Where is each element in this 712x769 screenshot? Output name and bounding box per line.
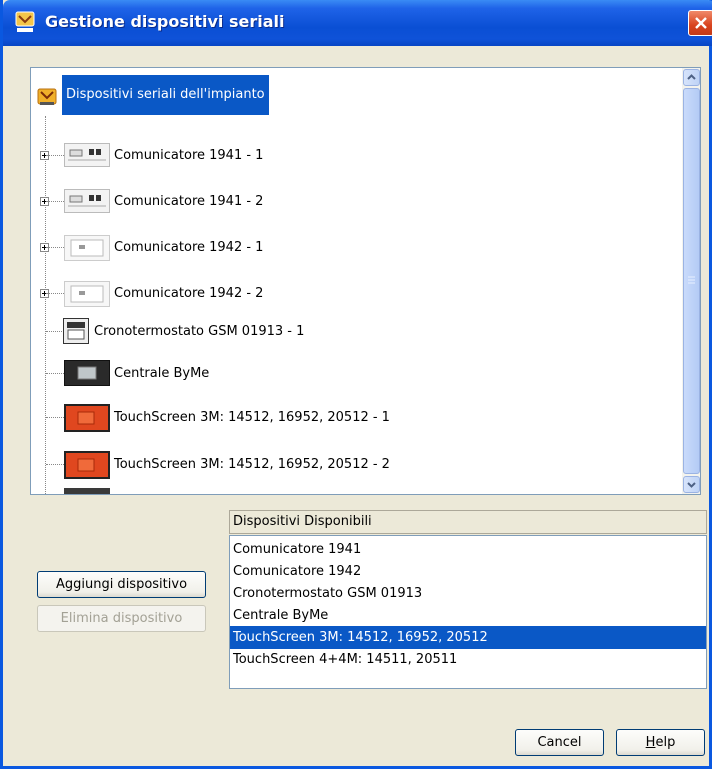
- title-bar[interactable]: Gestione dispositivi seriali: [3, 0, 712, 46]
- centrale-icon: [64, 360, 110, 386]
- tree-item[interactable]: TouchScreen 3M: 14512, 16952, 20512 - 1: [31, 400, 671, 436]
- tree-item[interactable]: Comunicatore 1942 - 2: [31, 279, 671, 309]
- list-item[interactable]: Comunicatore 1942: [230, 560, 706, 583]
- comunicatore-1942-icon: [64, 281, 110, 307]
- list-item[interactable]: Centrale ByMe: [230, 604, 706, 627]
- plant-icon: [37, 87, 57, 107]
- grip-icon: [688, 276, 695, 284]
- cronotermostato-icon: [63, 318, 89, 344]
- tree-item[interactable]: TouchScreen 3M: 14512, 16952, 20512 - 2: [31, 447, 671, 483]
- chevron-up-icon: [687, 74, 696, 80]
- tree-item-label: Comunicatore 1942 - 2: [114, 286, 264, 301]
- comunicatore-1941-icon: [64, 143, 110, 167]
- cancel-button[interactable]: Cancel: [515, 729, 604, 756]
- comunicatore-1941-icon: [64, 189, 110, 213]
- tree-scrollbar[interactable]: [682, 68, 700, 494]
- comunicatore-1942-icon: [64, 235, 110, 261]
- tree-item-label: Cronotermostato GSM 01913 - 1: [94, 324, 305, 339]
- list-item[interactable]: Cronotermostato GSM 01913: [230, 582, 706, 605]
- help-rest: elp: [655, 735, 676, 750]
- tree-item-label: Centrale ByMe: [114, 366, 210, 381]
- scroll-thumb[interactable]: [683, 88, 700, 474]
- window-title: Gestione dispositivi seriali: [45, 12, 285, 31]
- tree-item[interactable]: Comunicatore 1942 - 1: [31, 233, 671, 263]
- app-icon: [14, 11, 36, 33]
- close-button[interactable]: [688, 10, 712, 36]
- list-item[interactable]: Comunicatore 1941: [230, 538, 706, 561]
- device-tree[interactable]: Dispositivi seriali dell'impianto Comuni…: [30, 67, 701, 495]
- tree-root-label[interactable]: Dispositivi seriali dell'impianto: [62, 75, 269, 115]
- tree-item-label: Comunicatore 1941 - 2: [114, 194, 264, 209]
- add-device-button[interactable]: Aggiungi dispositivo: [37, 571, 206, 598]
- remove-device-button[interactable]: Elimina dispositivo: [37, 605, 206, 632]
- tree-item-partial: [64, 488, 110, 494]
- help-mnemonic: H: [645, 735, 656, 750]
- tree-item[interactable]: Centrale ByMe: [31, 356, 671, 392]
- close-icon: [695, 17, 707, 29]
- touchscreen-icon: [64, 451, 110, 479]
- help-button[interactable]: Help: [616, 729, 705, 756]
- tree-item[interactable]: Cronotermostato GSM 01913 - 1: [31, 314, 671, 350]
- scroll-down-button[interactable]: [683, 476, 700, 493]
- dialog-window: Gestione dispositivi seriali Dispositivi…: [0, 0, 712, 769]
- available-devices-header: Dispositivi Disponibili: [229, 510, 707, 534]
- tree-item-label: Comunicatore 1942 - 1: [114, 240, 264, 255]
- scroll-up-button[interactable]: [683, 69, 700, 86]
- list-item[interactable]: TouchScreen 4+4M: 14511, 20511: [230, 648, 706, 671]
- available-devices-list[interactable]: Comunicatore 1941 Comunicatore 1942 Cron…: [229, 535, 707, 689]
- tree-item[interactable]: Comunicatore 1941 - 1: [31, 141, 671, 171]
- tree-item[interactable]: Comunicatore 1941 - 2: [31, 187, 671, 217]
- chevron-down-icon: [687, 482, 696, 488]
- tree-item-label: Comunicatore 1941 - 1: [114, 148, 264, 163]
- tree-item-label: TouchScreen 3M: 14512, 16952, 20512 - 2: [114, 457, 390, 472]
- touchscreen-icon: [64, 404, 110, 432]
- tree-item-label: TouchScreen 3M: 14512, 16952, 20512 - 1: [114, 410, 390, 425]
- list-item-selected[interactable]: TouchScreen 3M: 14512, 16952, 20512: [230, 626, 706, 649]
